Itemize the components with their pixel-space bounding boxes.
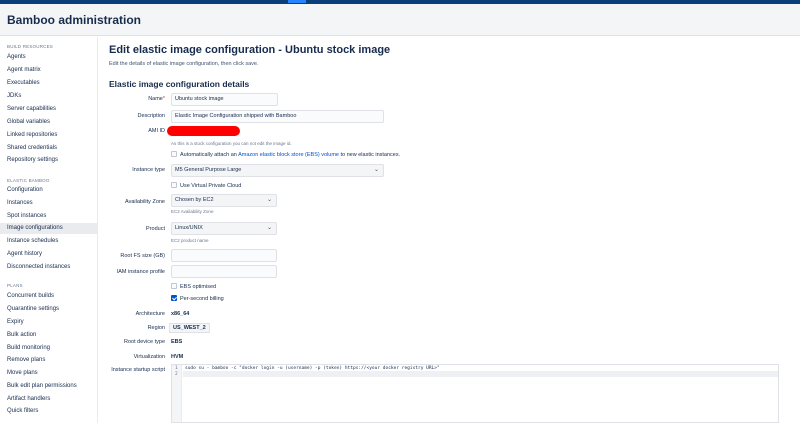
availability-zone-label: Availability Zone (125, 199, 165, 205)
sidebar-heading-build-resources: BUILD RESOURCES (7, 44, 54, 49)
admin-header: Bamboo administration (0, 4, 800, 36)
sidebar-heading-plans: PLANS (7, 283, 23, 288)
description-input[interactable]: Elastic Image Configuration shipped with… (171, 110, 384, 123)
availability-zone-select[interactable]: Chosen by EC2 ⌄ (171, 194, 277, 207)
instance-type-select[interactable]: M5 General Purpose Large ⌄ (171, 164, 384, 177)
startup-script-editor[interactable]: 1 2 sudo su - bamboo -c "docker login -u… (171, 364, 779, 423)
name-input[interactable]: Ubuntu stock image (171, 93, 278, 106)
sidebar-item-agent-matrix[interactable]: Agent matrix (0, 65, 97, 76)
per-second-billing-checkbox[interactable] (171, 295, 177, 301)
architecture-value: x86_64 (171, 311, 190, 317)
sidebar-item-build-monitoring[interactable]: Build monitoring (0, 343, 97, 354)
product-select[interactable]: Linux/UNIX ⌄ (171, 222, 277, 235)
sidebar-item-disconnected-instances[interactable]: Disconnected instances (0, 262, 97, 273)
page-description: Edit the details of elastic image config… (109, 61, 259, 67)
section-title: Elastic image configuration details (109, 79, 250, 89)
sidebar-item-linked-repositories[interactable]: Linked repositories (0, 130, 97, 141)
active-nav-indicator (288, 0, 306, 3)
availability-zone-help: EC2 Availability Zone (171, 209, 214, 214)
sidebar-item-spot-instances[interactable]: Spot instances (0, 211, 97, 222)
root-device-type-label: Root device type (124, 339, 165, 345)
ebs-optimised-checkbox[interactable] (171, 283, 177, 289)
ami-id-label: AMI ID (148, 128, 165, 134)
region-label: Region (147, 325, 165, 331)
sidebar-item-agents[interactable]: Agents (0, 52, 97, 63)
sidebar-item-move-plans[interactable]: Move plans (0, 368, 97, 379)
sidebar-item-remove-plans[interactable]: Remove plans (0, 355, 97, 366)
sidebar-item-bulk-edit-plan-permissions[interactable]: Bulk edit plan permissions (0, 381, 97, 392)
sidebar-item-jdks[interactable]: JDKs (0, 91, 97, 102)
iam-profile-input[interactable] (171, 265, 277, 278)
name-label: Name* (148, 96, 165, 102)
instance-type-label: Instance type (132, 167, 165, 173)
sidebar-item-agent-history[interactable]: Agent history (0, 249, 97, 260)
sidebar-item-artifact-handlers[interactable]: Artifact handlers (0, 394, 97, 405)
sidebar-item-expiry[interactable]: Expiry (0, 317, 97, 328)
ami-id-help: As this is a stock configuration you can… (171, 141, 292, 146)
product-label: Product (146, 226, 165, 232)
chevron-down-icon: ⌄ (266, 197, 272, 203)
description-label: Description (137, 113, 165, 119)
sidebar-item-shared-credentials[interactable]: Shared credentials (0, 143, 97, 154)
root-fs-input[interactable] (171, 249, 277, 262)
sidebar-heading-elastic-bamboo: ELASTIC BAMBOO (7, 178, 50, 183)
script-line: sudo su - bamboo -c "docker login -u (us… (185, 366, 440, 371)
line-number: 1 (175, 366, 178, 371)
sidebar-item-concurrent-builds[interactable]: Concurrent builds (0, 291, 97, 302)
vpc-row: Use Virtual Private Cloud (171, 182, 241, 190)
admin-title: Bamboo administration (7, 13, 142, 27)
chevron-down-icon: ⌄ (373, 167, 379, 173)
startup-script-label: Instance startup script (111, 367, 165, 373)
region-value: US_WEST_2 (169, 323, 210, 333)
sidebar-item-bulk-action[interactable]: Bulk action (0, 330, 97, 341)
architecture-label: Architecture (135, 311, 165, 317)
active-line-highlight (183, 371, 778, 377)
sidebar-item-configuration[interactable]: Configuration (0, 185, 97, 196)
sidebar-item-quick-filters[interactable]: Quick filters (0, 406, 97, 417)
iam-profile-label: IAM instance profile (116, 269, 165, 275)
chevron-down-icon: ⌄ (266, 225, 272, 231)
sidebar-item-image-configurations[interactable]: Image configurations (0, 223, 97, 234)
line-number: 2 (175, 372, 178, 377)
page-title: Edit elastic image configuration - Ubunt… (109, 44, 391, 56)
ebs-attach-row: Automatically attach an Amazon elastic b… (171, 151, 400, 159)
sidebar-item-repository-settings[interactable]: Repository settings (0, 155, 97, 166)
per-second-billing-row: Per-second billing (171, 295, 224, 303)
ebs-optimised-row: EBS optimised (171, 283, 216, 291)
ebs-attach-checkbox[interactable] (171, 151, 177, 157)
sidebar-item-executables[interactable]: Executables (0, 78, 97, 89)
sidebar-item-quarantine-settings[interactable]: Quarantine settings (0, 304, 97, 315)
ebs-volume-link[interactable]: Amazon elastic block store (EBS) volume (238, 152, 339, 158)
sidebar-item-global-variables[interactable]: Global variables (0, 117, 97, 128)
sidebar-item-instance-schedules[interactable]: Instance schedules (0, 236, 97, 247)
root-device-type-value: EBS (171, 339, 183, 345)
vpc-checkbox[interactable] (171, 182, 177, 188)
virtualization-value: HVM (171, 354, 184, 360)
admin-sidebar: BUILD RESOURCES Agents Agent matrix Exec… (0, 37, 98, 423)
virtualization-label: Virtualization (133, 354, 165, 360)
redacted-ami-id (167, 126, 240, 136)
product-help: EC2 product name (171, 238, 209, 243)
sidebar-item-instances[interactable]: Instances (0, 198, 97, 209)
main-content: Edit elastic image configuration - Ubunt… (109, 37, 789, 423)
root-fs-label: Root FS size (GB) (120, 253, 165, 259)
sidebar-item-server-capabilities[interactable]: Server capabilities (0, 104, 97, 115)
